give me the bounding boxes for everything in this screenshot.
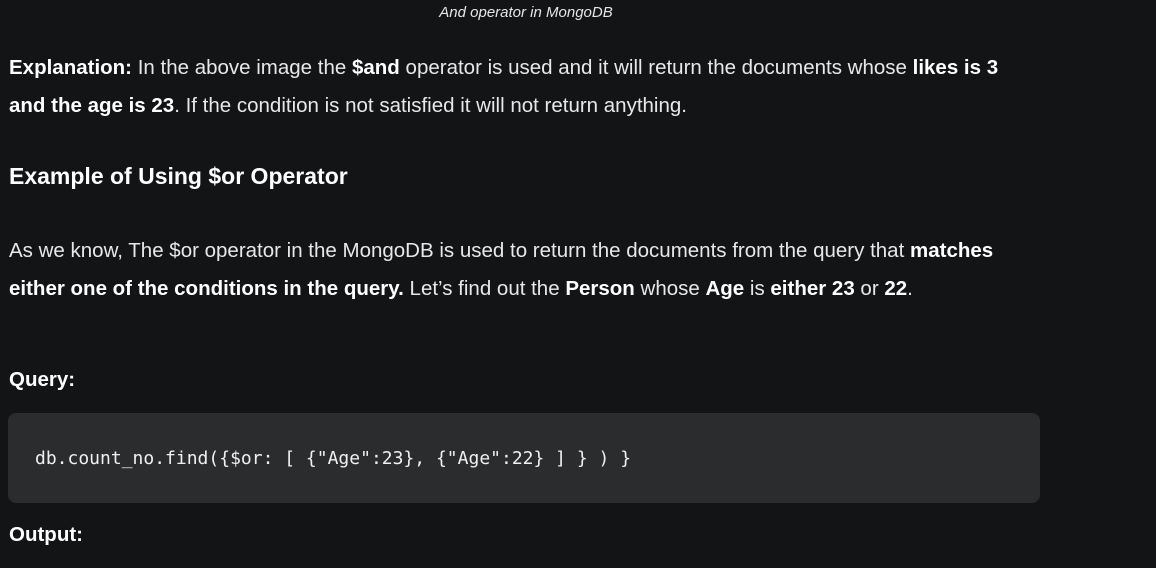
code-snippet[interactable]: db.count_no.find({$or: [ {"Age":23}, {"A… (35, 448, 631, 469)
intro-text-5: or (854, 277, 885, 300)
code-block[interactable]: db.count_no.find({$or: [ {"Age":23}, {"A… (8, 413, 1040, 503)
explanation-text-3: . If the condition is not satisfied it w… (174, 94, 687, 117)
image-caption: And operator in MongoDB (439, 4, 613, 21)
section-heading: Example of Using $or Operator (9, 163, 348, 189)
explanation-text-1: In the above image the (132, 56, 352, 79)
intro-bold-22: 22 (884, 277, 908, 300)
explanation-paragraph: Explanation: In the above image the $and… (9, 49, 1039, 125)
intro-text-6: . (907, 277, 913, 300)
explanation-label: Explanation: (9, 56, 133, 79)
and-operator-term: $and (351, 56, 400, 79)
explanation-text-2: operator is used and it will return the … (399, 56, 913, 79)
intro-bold-person: Person (565, 277, 635, 300)
intro-text-3: whose (634, 277, 706, 300)
intro-text-2: Let’s find out the (403, 277, 566, 300)
intro-bold-age: Age (705, 277, 745, 300)
output-label: Output: (9, 523, 83, 546)
intro-paragraph: As we know, The $or operator in the Mong… (9, 232, 1039, 308)
intro-text-4: is (744, 277, 771, 300)
query-label: Query: (9, 368, 76, 391)
intro-bold-either-23: either 23 (770, 277, 855, 300)
intro-text-1: As we know, The $or operator in the Mong… (9, 239, 910, 262)
